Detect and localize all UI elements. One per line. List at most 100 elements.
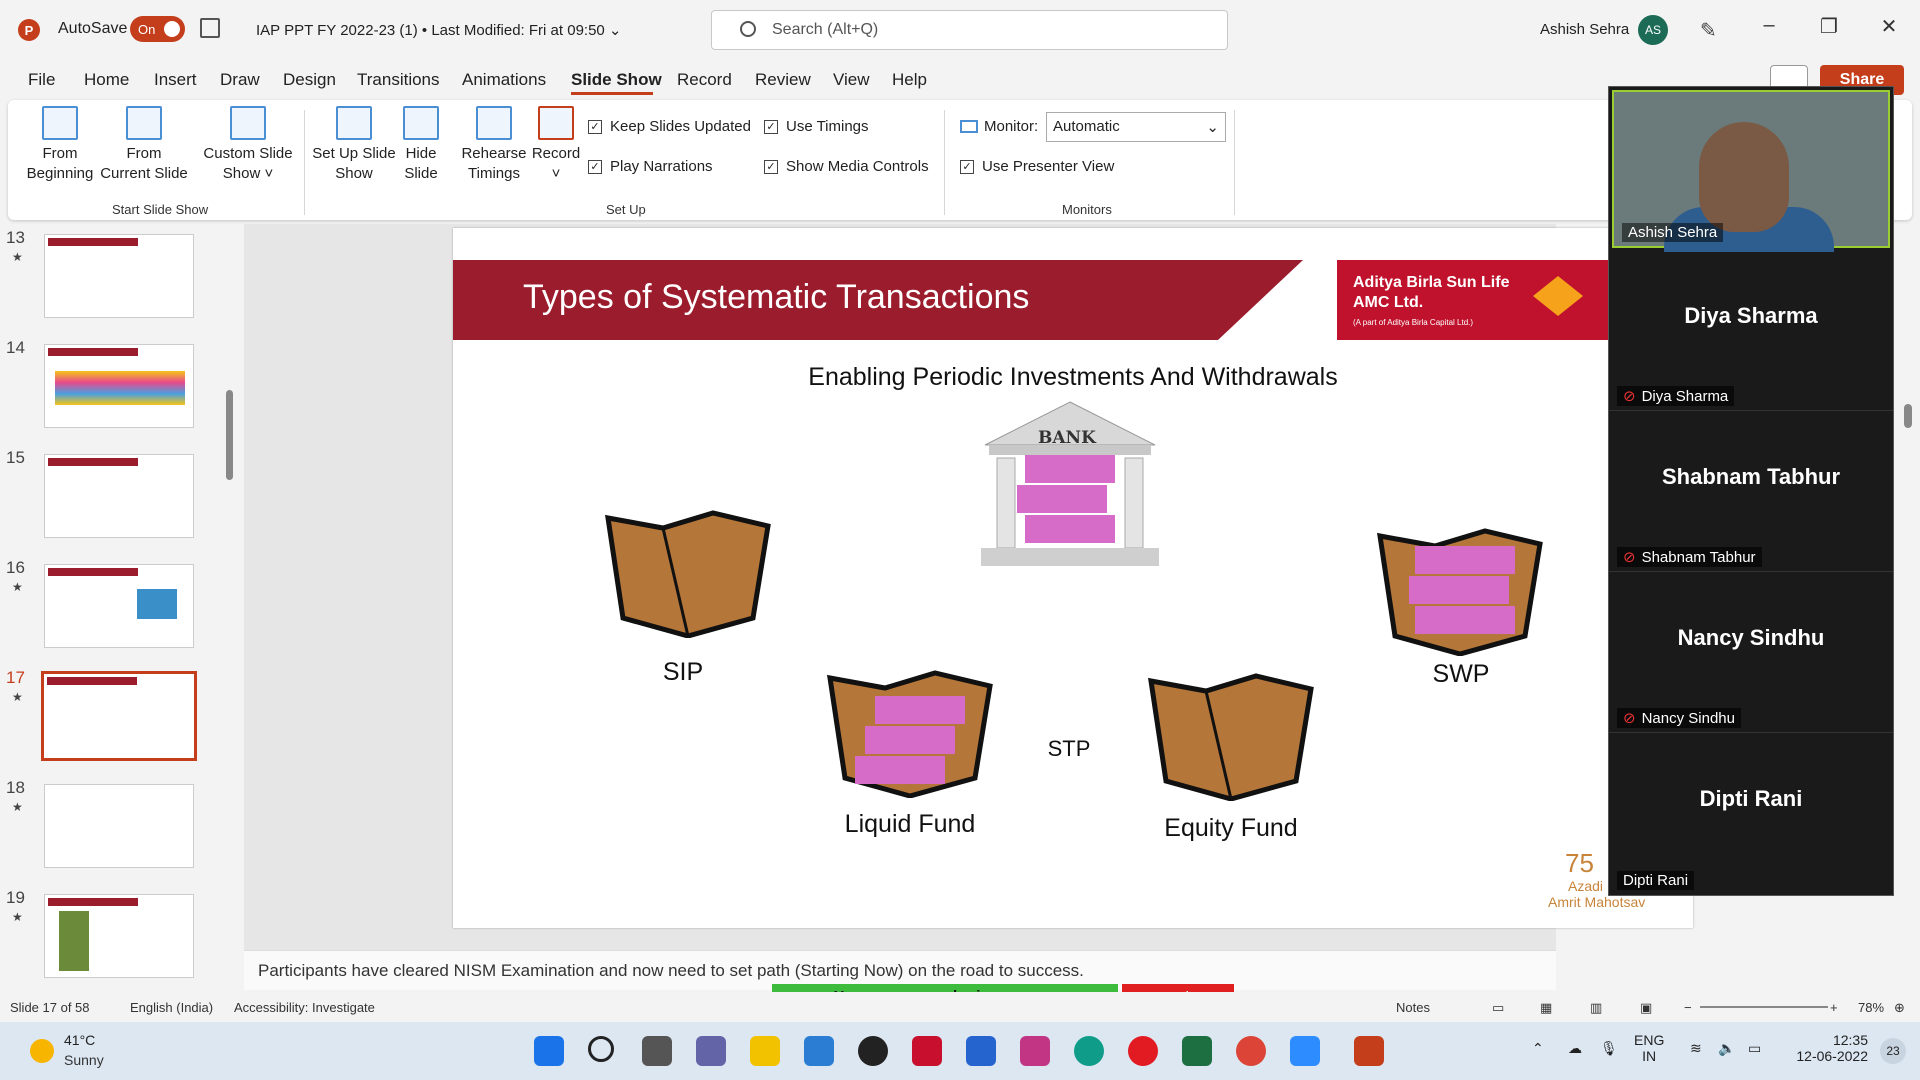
from-current-button[interactable]: From Current Slide (100, 106, 188, 184)
record-button[interactable]: Record ˅ (530, 106, 582, 184)
zoom-in-icon[interactable]: + (1830, 1000, 1838, 1015)
teams-chat-icon[interactable] (696, 1036, 726, 1066)
notes-toggle[interactable]: Notes (1396, 1000, 1430, 1015)
document-title[interactable]: IAP PPT FY 2022-23 (1) • Last Modified: … (256, 21, 622, 39)
language-indicator[interactable]: ENG IN (1634, 1032, 1664, 1064)
ribbon-divider (304, 110, 305, 215)
monitor-icon (960, 120, 978, 133)
show-media-checkbox[interactable]: ✓ Show Media Controls (764, 158, 929, 175)
slide-scrollbar[interactable] (1902, 224, 1916, 944)
zoom-level[interactable]: 78% (1858, 1000, 1884, 1015)
monitor-select[interactable]: Automatic ⌄ (1046, 112, 1226, 142)
tab-transitions[interactable]: Transitions (357, 70, 440, 90)
rehearse-timings-button[interactable]: Rehearse Timings (456, 106, 532, 184)
excel-icon[interactable] (1182, 1036, 1212, 1066)
play-narrations-checkbox[interactable]: ✓ Play Narrations (588, 158, 713, 175)
participant-name: Dipti Rani (1623, 872, 1689, 889)
edge-icon[interactable] (1074, 1036, 1104, 1066)
search-icon[interactable] (588, 1036, 614, 1062)
tab-slide-show[interactable]: Slide Show (571, 70, 662, 90)
store-icon[interactable] (804, 1036, 834, 1066)
tab-home[interactable]: Home (84, 70, 129, 90)
powerpoint-taskbar-icon[interactable] (1354, 1036, 1384, 1066)
tab-animations[interactable]: Animations (462, 70, 546, 90)
thumb-title-band (48, 568, 138, 576)
scroll-thumb[interactable] (1904, 404, 1912, 428)
restore-icon[interactable]: ❐ (1814, 14, 1844, 39)
current-slide[interactable]: Types of Systematic Transactions Aditya … (453, 228, 1693, 928)
onedrive-icon[interactable]: ☁ (1568, 1040, 1582, 1057)
file-explorer-icon[interactable] (750, 1036, 780, 1066)
chrome-icon[interactable] (1236, 1036, 1266, 1066)
use-timings-checkbox[interactable]: ✓ Use Timings (764, 118, 869, 135)
wifi-icon[interactable]: ≋ (1690, 1040, 1702, 1057)
slide-counter[interactable]: Slide 17 of 58 (10, 1000, 90, 1015)
instagram-icon[interactable] (1020, 1036, 1050, 1066)
zoom-slider[interactable] (1700, 1006, 1828, 1008)
slide-title[interactable]: Types of Systematic Transactions (523, 278, 1029, 317)
minimize-icon[interactable]: – (1754, 14, 1784, 37)
slide-thumbnail-17[interactable] (41, 671, 197, 761)
participant-name: Shabnam Tabhur (1641, 549, 1756, 566)
tab-draw[interactable]: Draw (220, 70, 260, 90)
custom-show-button[interactable]: Custom Slide Show ˅ (200, 106, 296, 184)
microphone-icon[interactable]: 🎙 (1600, 1040, 1618, 1057)
title-bar: P AutoSave On IAP PPT FY 2022-23 (1) • L… (0, 0, 1920, 58)
slide-thumbnail-14[interactable] (44, 344, 194, 428)
normal-view-icon[interactable]: ▭ (1492, 1000, 1504, 1016)
user-name[interactable]: Ashish Sehra (1540, 21, 1629, 38)
thumb-number: 16 (6, 558, 25, 577)
tab-review[interactable]: Review (755, 70, 811, 90)
slide-thumbnail-15[interactable] (44, 454, 194, 538)
save-icon[interactable] (200, 18, 220, 38)
reading-view-icon[interactable]: ▥ (1590, 1000, 1602, 1016)
slide-thumbnail-16[interactable] (44, 564, 194, 648)
tab-insert[interactable]: Insert (154, 70, 197, 90)
sip-label: SIP (662, 658, 704, 686)
keep-updated-checkbox[interactable]: ✓ Keep Slides Updated (588, 118, 751, 135)
battery-icon[interactable]: ▭ (1748, 1040, 1761, 1057)
task-view-icon[interactable] (642, 1036, 672, 1066)
weather-temperature[interactable]: 41°C (64, 1032, 95, 1048)
slide-subtitle[interactable]: Enabling Periodic Investments And Withdr… (453, 363, 1693, 392)
tab-help[interactable]: Help (892, 70, 927, 90)
notification-badge[interactable]: 23 (1880, 1038, 1906, 1064)
tab-design[interactable]: Design (283, 70, 336, 90)
dell-icon[interactable] (858, 1036, 888, 1066)
zoom-out-icon[interactable]: − (1684, 1000, 1692, 1015)
volume-icon[interactable]: 🔈 (1718, 1040, 1735, 1057)
search-input[interactable]: Search (Alt+Q) (711, 10, 1228, 50)
speaker-notes[interactable]: Participants have cleared NISM Examinati… (258, 961, 1084, 981)
accessibility-check[interactable]: Accessibility: Investigate (234, 1000, 375, 1015)
close-icon[interactable]: ✕ (1874, 14, 1904, 39)
slideshow-view-icon[interactable]: ▣ (1640, 1000, 1652, 1016)
mcafee-icon[interactable] (912, 1036, 942, 1066)
avatar[interactable]: AS (1638, 15, 1668, 45)
slide-thumbnail-13[interactable] (44, 234, 194, 318)
slide-sorter-icon[interactable]: ▦ (1540, 1000, 1552, 1016)
hide-slide-button[interactable]: Hide Slide (398, 106, 444, 184)
opera-icon[interactable] (1128, 1036, 1158, 1066)
weather-condition[interactable]: Sunny (64, 1052, 104, 1068)
animation-star-icon: ★ (12, 250, 23, 264)
language-indicator[interactable]: English (India) (130, 1000, 213, 1015)
todo-icon[interactable] (966, 1036, 996, 1066)
clock[interactable]: 12:35 12-06-2022 (1792, 1032, 1868, 1064)
autosave-toggle[interactable]: On (130, 16, 185, 42)
from-beginning-button[interactable]: From Beginning (24, 106, 96, 184)
tray-chevron-icon[interactable]: ⌃ (1532, 1040, 1544, 1057)
tab-view[interactable]: View (833, 70, 870, 90)
zoom-app-icon[interactable] (1290, 1036, 1320, 1066)
start-icon[interactable] (534, 1036, 564, 1066)
thumb-number: 19 (6, 888, 25, 907)
thumbnail-scrollbar[interactable] (226, 390, 233, 480)
slide-thumbnail-19[interactable] (44, 894, 194, 978)
designer-pen-icon[interactable]: ✎ (1700, 18, 1717, 43)
fit-slide-icon[interactable]: ⊕ (1894, 1000, 1905, 1016)
slide-thumbnail-18[interactable] (44, 784, 194, 868)
chevron-down-icon: ⌄ (1206, 119, 1219, 136)
tab-file[interactable]: File (28, 70, 55, 90)
tab-record[interactable]: Record (677, 70, 732, 90)
presenter-view-checkbox[interactable]: ✓ Use Presenter View (960, 158, 1114, 175)
setup-show-button[interactable]: Set Up Slide Show (312, 106, 396, 184)
